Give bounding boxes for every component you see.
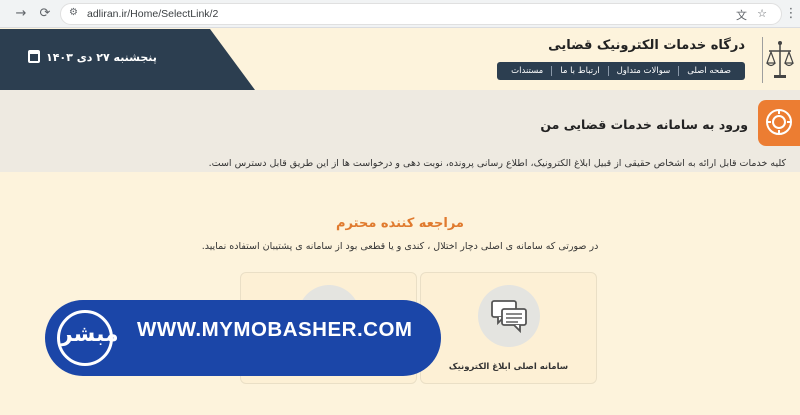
watermark-banner: مبشر WWW.MYMOBASHER.COM <box>45 300 441 376</box>
forward-icon[interactable]: → <box>12 5 30 23</box>
bookmark-star-icon[interactable]: ☆ <box>757 7 767 20</box>
intro-icon-badge <box>758 100 800 146</box>
browser-toolbar: → ⟳ ⚙ adliran.ir/Home/SelectLink/2 文 ☆ ⋮ <box>0 0 800 28</box>
notice-subtitle: در صورتی که سامانه ی اصلی دچار اختلال ، … <box>201 241 599 252</box>
date-panel: پنجشنبه ۲۷ دی ۱۴۰۳ <box>0 29 255 90</box>
card-primary-system[interactable]: سامانه اصلی ابلاغ الکترونیک <box>420 272 597 384</box>
gear-settings-icon <box>766 109 792 135</box>
intro-title: ورود به سامانه خدمات قضایی من <box>540 117 748 132</box>
menu-dots-icon[interactable]: ⋮ <box>784 5 798 23</box>
menu-item-docs[interactable]: مستندات <box>503 66 551 76</box>
reload-icon[interactable]: ⟳ <box>36 5 54 23</box>
main-menu: صفحه اصلی سوالات متداول ارتباط با ما مست… <box>497 62 745 80</box>
chat-bubbles-icon <box>491 300 527 333</box>
judiciary-emblem <box>762 37 794 83</box>
current-date: پنجشنبه ۲۷ دی ۱۴۰۳ <box>46 51 157 64</box>
watermark-text: WWW.MYMOBASHER.COM <box>137 318 413 341</box>
watermark-logo-text: مبشر <box>60 322 119 347</box>
card-icon-circle <box>478 285 540 347</box>
intro-description: کلیه خدمات قابل ارائه به اشخاص حقیقی از … <box>208 158 786 169</box>
calendar-icon <box>28 50 40 63</box>
notice-title: مراجعه کننده محترم <box>336 216 464 231</box>
menu-item-home[interactable]: صفحه اصلی <box>679 66 739 76</box>
site-info-icon[interactable]: ⚙ <box>69 7 78 18</box>
url-text: adliran.ir/Home/SelectLink/2 <box>87 8 219 20</box>
site-header: پنجشنبه ۲۷ دی ۱۴۰۳ درگاه خدمات الکترونیک… <box>0 29 800 90</box>
address-bar[interactable]: ⚙ adliran.ir/Home/SelectLink/2 文 ☆ <box>60 3 782 25</box>
scales-of-justice-icon <box>766 41 794 78</box>
watermark-logo: مبشر <box>57 310 119 366</box>
menu-item-contact[interactable]: ارتباط با ما <box>552 66 607 76</box>
translate-icon[interactable]: 文 <box>736 7 747 23</box>
menu-item-faq[interactable]: سوالات متداول <box>609 66 679 76</box>
site-title: درگاه خدمات الکترونیک قضایی <box>548 38 745 53</box>
card-primary-label: سامانه اصلی ابلاغ الکترونیک <box>448 362 569 372</box>
